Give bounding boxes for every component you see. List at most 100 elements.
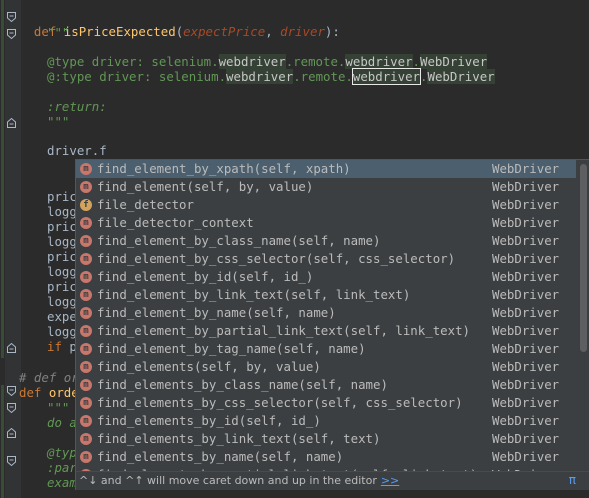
doc-text: @:type driver: selenium.: [47, 69, 227, 84]
completion-item[interactable]: m find_element_by_link_text(self, link_te…: [76, 286, 576, 304]
doc-text: @type driver: selenium.: [47, 54, 219, 69]
completion-item[interactable]: m find_element_by_partial_link_text(self,…: [76, 322, 576, 340]
completion-item-type: WebDriver: [492, 197, 560, 212]
completion-item-type: WebDriver: [492, 215, 560, 230]
completion-item[interactable]: m find_element_by_class_name(self, name) W…: [76, 232, 576, 250]
comment-text: # def or: [19, 370, 79, 385]
completion-item-type: WebDriver: [492, 341, 560, 356]
function-name: isPriceExpected: [63, 24, 176, 39]
bg-text: pric: [47, 249, 77, 264]
fold-icon[interactable]: [7, 29, 16, 39]
bg-text: expe: [47, 309, 77, 324]
doc-text: exam: [47, 475, 77, 490]
completion-item[interactable]: f file_detector WebDriver: [76, 196, 576, 214]
completion-item-name: find_elements_by_class_name(self, name): [97, 377, 388, 392]
popup-scrollbar[interactable]: [580, 164, 587, 352]
completion-item-name: file_detector: [97, 197, 194, 212]
completion-item[interactable]: m find_elements(self, by, value) WebDriver: [76, 358, 576, 376]
change-marker: [1, 385, 4, 498]
pi-icon[interactable]: π: [569, 471, 576, 489]
completion-item-name: find_element_by_name(self, name): [97, 305, 336, 320]
docstring-open: """: [47, 25, 69, 40]
completion-item-type: WebDriver: [492, 449, 560, 464]
completion-item[interactable]: m find_element_by_id(self, id_) WebDriver: [76, 268, 576, 286]
bg-text: logg: [47, 294, 77, 309]
doc2-exa: exam: [47, 475, 77, 490]
completion-item-type: WebDriver: [492, 377, 560, 392]
popup-hint-bar: ^↓ and ^↑ will move caret down and up in…: [76, 471, 589, 490]
completion-item-type: WebDriver: [492, 395, 560, 410]
fold-icon[interactable]: [7, 118, 16, 128]
bg-text: logg: [47, 204, 77, 219]
docstring-quotes: """: [47, 114, 70, 129]
doc-text: :par: [47, 460, 77, 475]
bg-line: logg: [47, 264, 77, 279]
fold-icon[interactable]: [7, 12, 16, 22]
method-icon: m: [80, 271, 92, 283]
completion-item[interactable]: m find_element(self, by, value) WebDriver: [76, 178, 576, 196]
completion-item[interactable]: m find_elements_by_css_selector(self, css…: [76, 394, 576, 412]
fold-icon[interactable]: [7, 456, 16, 466]
doc-ref-highlight: webdriver: [218, 54, 286, 69]
method-icon: m: [80, 307, 92, 319]
param-expectprice: expectPrice: [183, 24, 266, 39]
completion-item-name: find_element_by_css_selector(self, css_s…: [97, 251, 456, 266]
completion-item-name: find_elements_by_id(self, id_): [97, 413, 321, 428]
fold-icon[interactable]: [7, 386, 16, 396]
completion-item-name: find_elements(self, by, value): [97, 359, 321, 374]
completion-item[interactable]: m find_element_by_name(self, name) WebDriv…: [76, 304, 576, 322]
completion-list[interactable]: m find_element_by_xpath(self, xpath) WebDr…: [76, 160, 576, 484]
method-icon: m: [80, 235, 92, 247]
completion-item-name: find_element_by_tag_name(self, name): [97, 341, 366, 356]
method-icon: m: [80, 361, 92, 373]
completion-item[interactable]: m find_elements_by_link_text(self, text) W…: [76, 430, 576, 448]
completion-item-name: find_elements_by_link_text(self, text): [97, 431, 381, 446]
completion-item-type: WebDriver: [492, 359, 560, 374]
completion-item[interactable]: m file_detector_context WebDriver: [76, 214, 576, 232]
completion-item[interactable]: m find_elements_by_class_name(self, name)…: [76, 376, 576, 394]
bg-text: logg: [47, 234, 77, 249]
doc-type-line-2: @:type driver: selenium.webdriver.remote…: [47, 68, 495, 85]
method-icon: m: [80, 415, 92, 427]
completion-item[interactable]: m find_element_by_xpath(self, xpath) WebDr…: [76, 160, 576, 178]
completion-item[interactable]: m find_elements_by_id(self, id_) WebDriver: [76, 412, 576, 430]
fold-icon[interactable]: [7, 428, 16, 438]
typed-line[interactable]: driver.f: [47, 143, 107, 158]
completion-item-name: find_element_by_id(self, id_): [97, 269, 314, 284]
completion-item-name: find_element(self, by, value): [97, 179, 314, 194]
method-icon: m: [80, 379, 92, 391]
method-icon: m: [80, 217, 92, 229]
bg-line: logg: [47, 324, 77, 339]
bg-line: expe: [47, 309, 77, 324]
completion-item-type: WebDriver: [492, 413, 560, 428]
completion-item-type: WebDriver: [492, 287, 560, 302]
bg-text: logg: [47, 264, 77, 279]
completion-item-name: find_element_by_class_name(self, name): [97, 233, 381, 248]
fold-icon[interactable]: [7, 343, 16, 353]
method-icon: m: [80, 253, 92, 265]
doc2-text: do a: [47, 415, 77, 430]
doc-return-text: :return:: [47, 99, 107, 114]
bg-line: pric: [47, 279, 77, 294]
docstring-quotes: """: [47, 400, 70, 415]
method-icon: m: [80, 451, 92, 463]
completion-popup[interactable]: m find_element_by_xpath(self, xpath) WebDr…: [75, 159, 589, 490]
field-icon: f: [80, 199, 92, 211]
fold-icon[interactable]: [7, 403, 16, 413]
doc-ref-selected: webdriver: [351, 68, 422, 85]
doc-ref-highlight: WebDriver: [420, 54, 488, 69]
def2-line: def orde: [19, 385, 79, 400]
completion-item[interactable]: m find_elements_by_name(self, name) WebDri…: [76, 448, 576, 466]
bg-line: pric: [47, 189, 77, 204]
doc-ref-highlight: webdriver: [226, 69, 294, 84]
if-keyword: if: [47, 339, 62, 354]
completion-item[interactable]: m find_element_by_css_selector(self, css_…: [76, 250, 576, 268]
doc2-typ: @typ: [47, 445, 77, 460]
completion-item-name: find_element_by_partial_link_text(self, …: [97, 323, 470, 338]
doc2-par: :par: [47, 460, 77, 475]
bg-line: logg: [47, 234, 77, 249]
completion-item[interactable]: m find_element_by_tag_name(self, name) Web…: [76, 340, 576, 358]
completion-item-type: WebDriver: [492, 161, 560, 176]
bg-text: logg: [47, 324, 77, 339]
hint-more-link[interactable]: >>: [381, 474, 399, 487]
